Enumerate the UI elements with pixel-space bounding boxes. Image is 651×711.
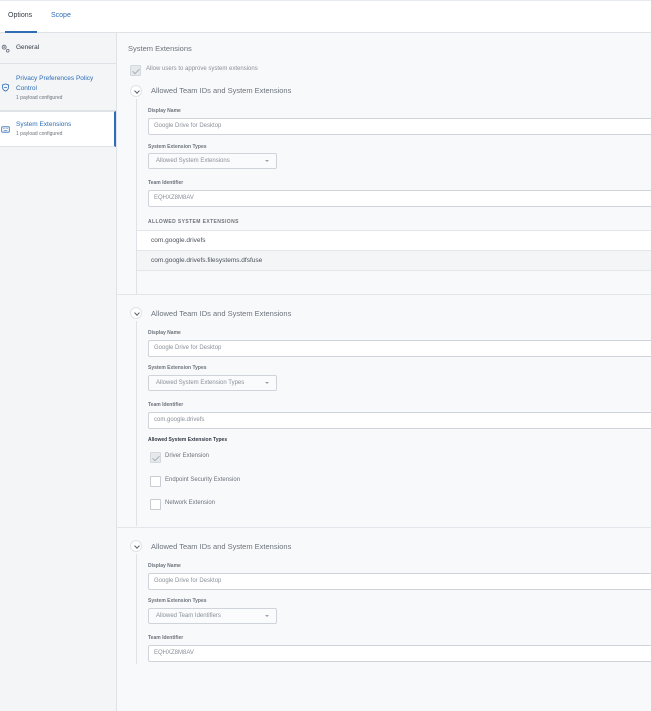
allowed-types-header: Allowed System Extension Types (148, 437, 228, 443)
display-name-label: Display Name (148, 563, 181, 569)
team-identifier-label: Team Identifier (148, 402, 184, 408)
team-identifier-input[interactable]: EQHXZ8M8AV (148, 645, 651, 662)
display-name-input[interactable]: Google Drive for Desktop (148, 573, 651, 590)
driver-extension-label: Driver Extension (165, 453, 210, 459)
sidebar-item-subtitle: 1 payload configured (16, 95, 63, 101)
extension-types-label: System Extension Types (148, 365, 207, 371)
extension-types-value: Allowed System Extensions (156, 158, 230, 164)
section-title: Allowed Team IDs and System Extensions (151, 542, 292, 551)
sidebar-item-label: System Extensions (16, 121, 72, 128)
extension-types-select[interactable]: Allowed Team Identifiers (148, 608, 277, 624)
chevron-down-icon (265, 382, 269, 384)
team-id-section-3: Allowed Team IDs and System Extensions D… (117, 527, 651, 711)
allow-users-approve-checkbox[interactable] (130, 65, 141, 76)
team-identifier-input[interactable]: com.google.drivefs (148, 412, 651, 429)
list-divider (137, 270, 651, 271)
extension-types-value: Allowed Team Identifiers (156, 613, 221, 619)
section-guide-line (136, 554, 137, 664)
keyboard-icon (1, 126, 10, 133)
sidebar-item-label: General (16, 44, 40, 51)
chevron-down-icon (265, 615, 269, 617)
extension-types-label: System Extension Types (148, 144, 207, 150)
extension-types-select[interactable]: Allowed System Extension Types (148, 375, 277, 391)
endpoint-security-label: Endpoint Security Extension (165, 477, 241, 483)
section-title: Allowed Team IDs and System Extensions (151, 86, 292, 95)
display-name-input[interactable]: Google Drive for Desktop (148, 340, 651, 357)
extension-types-select[interactable]: Allowed System Extensions (148, 153, 277, 169)
sidebar-item-privacy-preferences[interactable]: Privacy Preferences Policy Control 1 pay… (0, 64, 116, 111)
main-content: System Extensions Allow users to approve… (117, 33, 651, 711)
team-identifier-label: Team Identifier (148, 180, 184, 186)
tab-options[interactable]: Options (8, 12, 32, 19)
endpoint-security-checkbox[interactable] (150, 476, 161, 487)
driver-extension-checkbox[interactable] (150, 452, 161, 463)
chevron-down-icon[interactable] (130, 540, 142, 552)
team-identifier-input[interactable]: EQHXZ8M8AV (148, 190, 651, 207)
display-name-label: Display Name (148, 108, 181, 114)
list-item[interactable]: com.google.drivefs (137, 230, 651, 250)
sidebar-item-label: Privacy Preferences Policy Control (16, 75, 94, 92)
list-item[interactable]: com.google.drivefs.filesystems.dfsfuse (137, 250, 651, 270)
team-identifier-label: Team Identifier (148, 635, 184, 641)
sidebar: General Privacy Preferences Policy Contr… (0, 33, 117, 711)
team-id-section-2: Allowed Team IDs and System Extensions D… (117, 294, 651, 527)
extension-types-label: System Extension Types (148, 598, 207, 604)
page-title: System Extensions (128, 44, 192, 53)
extension-types-value: Allowed System Extension Types (156, 380, 245, 386)
team-id-section-1: Allowed Team IDs and System Extensions D… (117, 83, 651, 294)
section-guide-line (136, 321, 137, 526)
shield-icon (1, 83, 10, 92)
allowed-extensions-header: ALLOWED SYSTEM EXTENSIONS (148, 219, 239, 225)
network-extension-label: Network Extension (165, 500, 216, 506)
sidebar-item-general[interactable]: General (0, 33, 116, 64)
sidebar-item-subtitle: 1 payload configured (16, 131, 63, 137)
display-name-input[interactable]: Google Drive for Desktop (148, 118, 651, 135)
tab-scope[interactable]: Scope (51, 12, 71, 19)
chevron-down-icon[interactable] (130, 85, 142, 97)
chevron-down-icon[interactable] (130, 307, 142, 319)
tab-bar: Options Scope (0, 0, 651, 33)
sidebar-item-system-extensions[interactable]: System Extensions 1 payload configured (0, 111, 116, 147)
section-title: Allowed Team IDs and System Extensions (151, 309, 292, 318)
allow-users-approve-label: Allow users to approve system extensions (146, 66, 258, 72)
gear-icon (1, 44, 10, 53)
display-name-label: Display Name (148, 330, 181, 336)
chevron-down-icon (265, 160, 269, 162)
network-extension-checkbox[interactable] (150, 499, 161, 510)
